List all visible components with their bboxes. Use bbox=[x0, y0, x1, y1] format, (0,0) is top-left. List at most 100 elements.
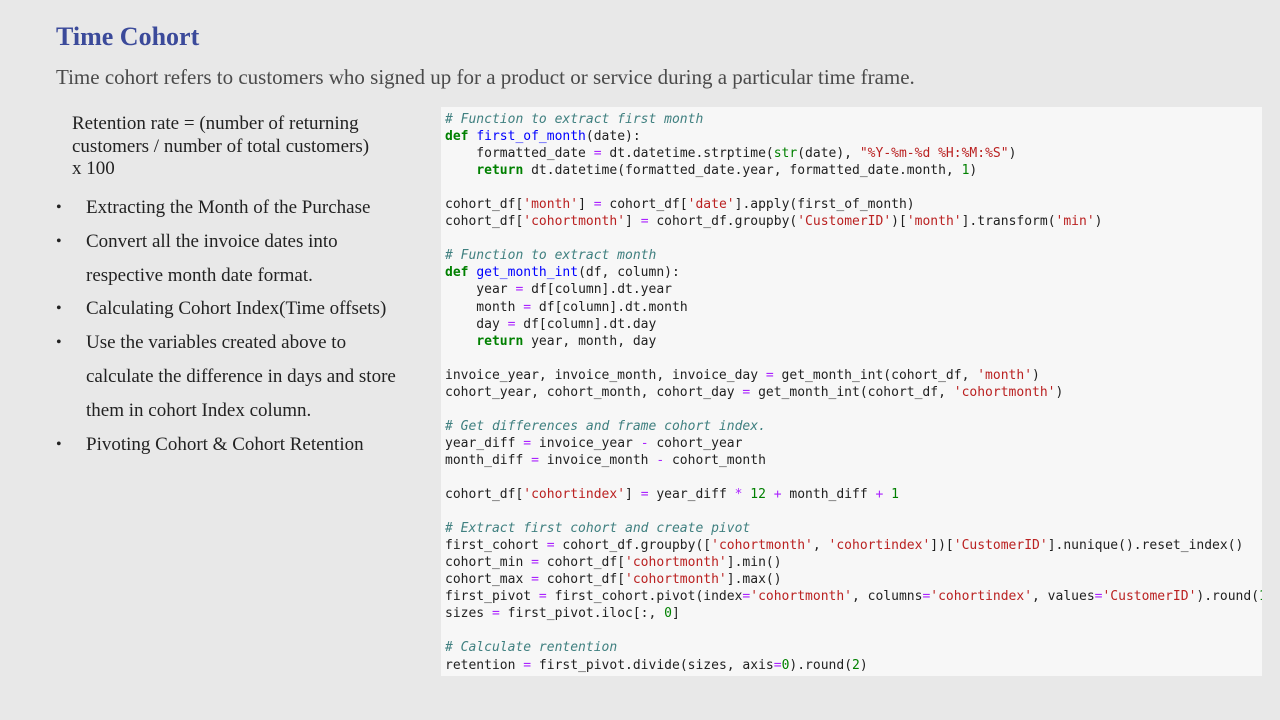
code-text: , columns bbox=[852, 589, 923, 605]
code-line: year = df[column].dt.year bbox=[445, 281, 1262, 298]
code-text: df[column].dt.month bbox=[531, 299, 688, 315]
code-operator: = bbox=[593, 146, 602, 162]
code-line: cohort_df['cohortmonth'] = cohort_df.gro… bbox=[445, 213, 1262, 230]
code-line: def first_of_month(date): bbox=[445, 128, 1262, 145]
slide-title: Time Cohort bbox=[56, 22, 200, 51]
bullet-icon: • bbox=[56, 199, 62, 216]
code-string: 'month' bbox=[906, 214, 962, 230]
code-builtin: str bbox=[773, 146, 798, 162]
code-text: (date): bbox=[585, 129, 641, 145]
code-line: first_pivot = first_cohort.pivot(index='… bbox=[445, 588, 1262, 605]
code-text: ].transform( bbox=[961, 214, 1056, 230]
code-keyword: return bbox=[476, 163, 524, 179]
code-text: cohort_df[ bbox=[445, 197, 524, 213]
code-operator: = bbox=[640, 487, 649, 503]
code-operator: = bbox=[523, 435, 532, 451]
code-string: 'CustomerID' bbox=[1102, 589, 1197, 605]
code-text: cohort_df[ bbox=[538, 572, 626, 588]
bullet-text: Extracting the Month of the Purchase bbox=[86, 197, 371, 218]
code-text: cohort_df[ bbox=[445, 487, 524, 503]
code-text: ) bbox=[1094, 214, 1103, 230]
code-text: get_month_int(cohort_df, bbox=[773, 367, 978, 383]
code-text: ) bbox=[1055, 384, 1064, 400]
bullet-icon: • bbox=[56, 334, 62, 352]
code-text: dt.datetime(formatted_date.year, formatt… bbox=[523, 163, 962, 179]
code-comment: # Extract first cohort and create pivot bbox=[445, 521, 751, 537]
code-text: year_diff bbox=[445, 435, 524, 451]
code-text: cohort_max bbox=[445, 572, 532, 588]
bullet-icon: • bbox=[56, 435, 62, 453]
code-operator: = bbox=[773, 657, 782, 673]
bullet-item: • Pivoting Cohort & Cohort Retention bbox=[56, 428, 406, 462]
code-operator: - bbox=[656, 452, 665, 468]
code-text: , bbox=[812, 538, 829, 554]
code-number: 1 bbox=[891, 487, 899, 503]
code-string: 'CustomerID' bbox=[797, 214, 892, 230]
code-line: return dt.datetime(formatted_date.year, … bbox=[445, 162, 1262, 179]
code-line: year_diff = invoice_year - cohort_year bbox=[445, 435, 1262, 452]
bullet-item: • Convert all the invoice dates into resp… bbox=[56, 225, 406, 293]
code-line: cohort_min = cohort_df['cohortmonth'].mi… bbox=[445, 554, 1262, 571]
code-text: ] bbox=[625, 214, 641, 230]
code-text: invoice_year bbox=[531, 435, 641, 451]
code-text: ] bbox=[625, 487, 641, 503]
code-line: cohort_max = cohort_df['cohortmonth'].ma… bbox=[445, 571, 1262, 588]
code-operator: = bbox=[531, 555, 539, 571]
code-text: ] bbox=[672, 606, 680, 622]
code-text: retention bbox=[445, 657, 524, 673]
code-comment: # Function to extract first month bbox=[445, 112, 704, 127]
code-string: "%Y-%m-%d %H:%M:%S" bbox=[859, 146, 1009, 162]
code-line: # Function to extract first month bbox=[445, 111, 1262, 128]
code-text: ] bbox=[578, 197, 594, 213]
code-comment: # Calculate rentention bbox=[445, 640, 618, 656]
code-text: sizes bbox=[445, 606, 492, 622]
code-text: get_month_int(cohort_df, bbox=[750, 384, 954, 400]
code-text: ].min() bbox=[726, 555, 782, 571]
code-text: first_cohort.pivot(index bbox=[546, 589, 743, 605]
bullet-icon: • bbox=[56, 300, 62, 318]
code-text: cohort_df[ bbox=[538, 555, 626, 571]
code-line: retention = first_pivot.divide(sizes, ax… bbox=[445, 657, 1262, 674]
code-string: 'cohortindex' bbox=[930, 589, 1033, 605]
code-string: 'month' bbox=[523, 197, 579, 213]
code-string: 'cohortindex' bbox=[828, 538, 931, 554]
code-line: cohort_df['cohortindex'] = year_diff * 1… bbox=[445, 486, 1262, 503]
code-function-name: first_of_month bbox=[476, 129, 586, 145]
code-line: invoice_year, invoice_month, invoice_day… bbox=[445, 367, 1262, 384]
code-line: formatted_date = dt.datetime.strptime(st… bbox=[445, 145, 1262, 162]
code-string: 'cohortindex' bbox=[523, 487, 626, 503]
code-keyword: def bbox=[445, 265, 469, 281]
retention-rate-formula: Retention rate = (number of returning cu… bbox=[72, 113, 370, 179]
code-text: cohort_df[ bbox=[445, 214, 524, 230]
code-line: # Extract first cohort and create pivot bbox=[445, 520, 1262, 537]
code-text: ).round( bbox=[1196, 589, 1260, 605]
bullet-item: • Calculating Cohort Index(Time offsets) bbox=[56, 292, 406, 326]
code-text: cohort_df.groupby( bbox=[648, 214, 798, 230]
code-line: # Get differences and frame cohort index… bbox=[445, 418, 1262, 435]
code-keyword: def bbox=[445, 129, 469, 145]
code-line: day = df[column].dt.day bbox=[445, 316, 1262, 333]
code-line: # Calculate rentention bbox=[445, 639, 1262, 656]
code-operator: = bbox=[765, 367, 774, 383]
bullet-text: Pivoting Cohort & Cohort Retention bbox=[86, 433, 364, 455]
code-text: cohort_min bbox=[445, 555, 532, 571]
code-text: day bbox=[445, 316, 508, 332]
code-line: def get_month_int(df, column): bbox=[445, 264, 1262, 281]
code-text: dt.datetime.strptime( bbox=[601, 146, 774, 162]
code-text: year, month, day bbox=[523, 333, 657, 349]
code-number: 0 bbox=[664, 606, 672, 622]
code-block: # Function to extract first month def fir… bbox=[441, 107, 1262, 676]
bullet-item: • Extracting the Month of the Purchase bbox=[56, 191, 406, 225]
code-line: sizes = first_pivot.iloc[:, 0] bbox=[445, 605, 1262, 622]
code-operator: = bbox=[491, 606, 500, 622]
code-operator: = bbox=[531, 452, 539, 468]
